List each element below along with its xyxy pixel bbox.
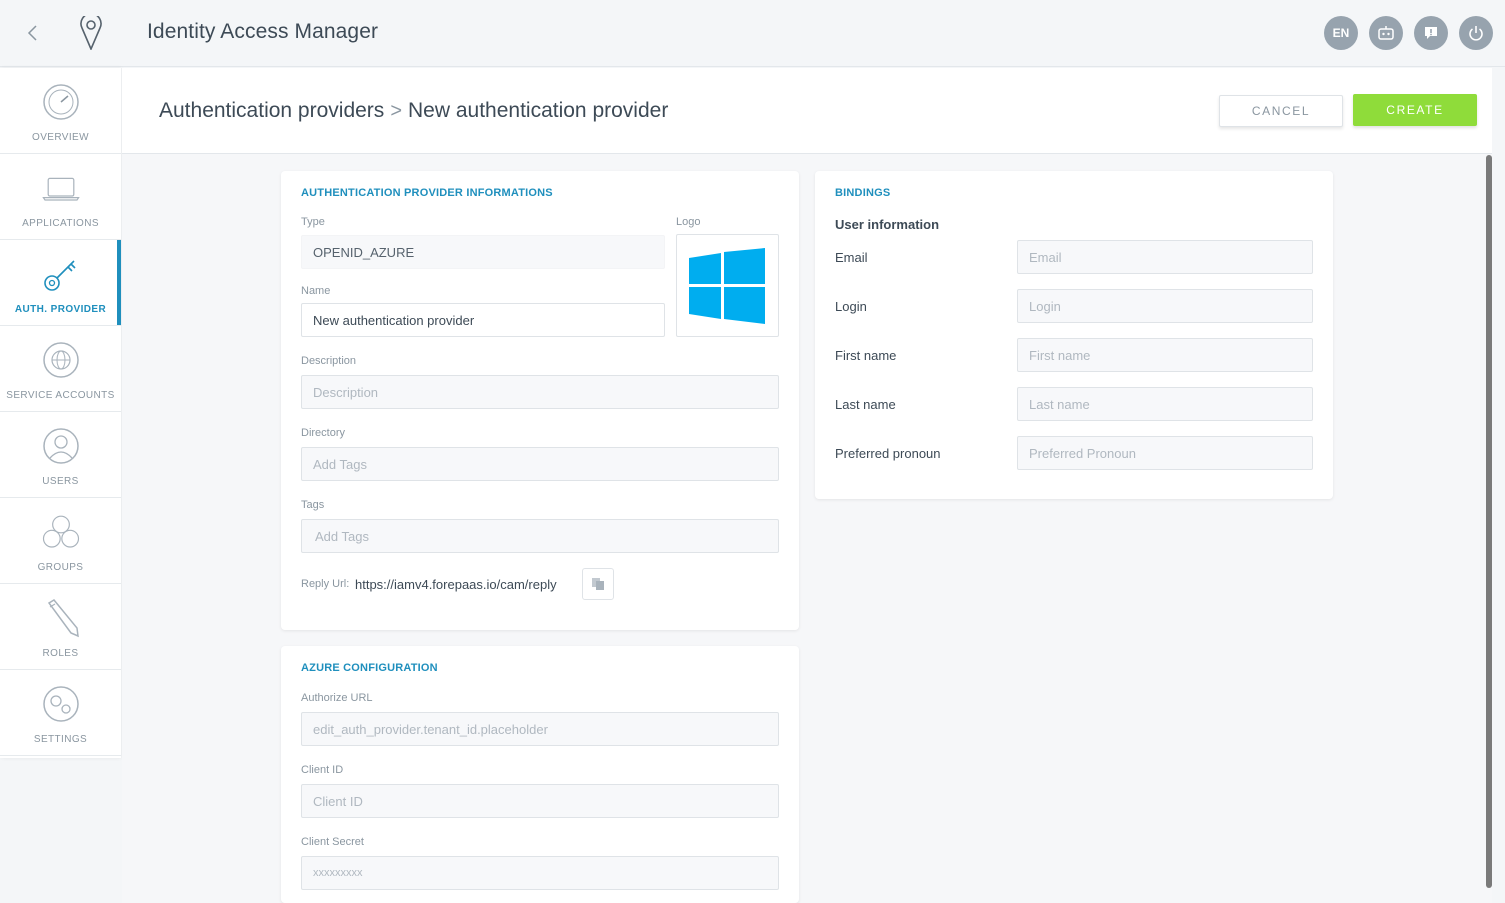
top-bar: Identity Access Manager EN [0, 0, 1505, 67]
feedback-icon[interactable] [1414, 16, 1448, 50]
service-accounts-icon [42, 342, 79, 378]
logo-upload[interactable] [676, 234, 779, 337]
tags-label: Tags [301, 499, 325, 511]
user-icon [42, 428, 79, 464]
sidebar-item-label: USERS [42, 476, 79, 487]
sidebar: OVERVIEW APPLICATIONS AUTH. PROVIDER SER… [0, 68, 121, 758]
last-name-binding-input[interactable]: Last name [1017, 387, 1313, 421]
robot-icon[interactable] [1369, 16, 1403, 50]
power-icon[interactable] [1459, 16, 1493, 50]
tags-input[interactable]: Add Tags [301, 519, 779, 553]
description-label: Description [301, 355, 357, 367]
sidebar-item-service-accounts[interactable]: SERVICE ACCOUNTS [0, 326, 121, 412]
sidebar-item-settings[interactable]: SETTINGS [0, 670, 121, 756]
sidebar-item-label: APPLICATIONS [22, 218, 99, 229]
user-information-heading: User information [835, 217, 940, 232]
page-header: Authentication providers > New authentic… [122, 68, 1492, 154]
email-binding-input[interactable]: Email [1017, 240, 1313, 274]
client-id-label: Client ID [301, 764, 344, 776]
first-name-label: First name [835, 348, 897, 363]
client-id-input[interactable]: Client ID [301, 784, 779, 818]
sidebar-item-label: OVERVIEW [32, 132, 89, 143]
group-icon [42, 515, 79, 548]
card-title: AUTHENTICATION PROVIDER INFORMATIONS [301, 187, 553, 199]
laptop-icon [41, 177, 80, 201]
card-title: BINDINGS [835, 187, 891, 199]
login-binding-input[interactable]: Login [1017, 289, 1313, 323]
preferred-pronoun-binding-input[interactable]: Preferred Pronoun [1017, 436, 1313, 470]
provider-info-card: AUTHENTICATION PROVIDER INFORMATIONS Typ… [281, 171, 799, 630]
reply-url-value: https://iamv4.forepaas.io/cam/reply [355, 577, 557, 592]
client-secret-label: Client Secret [301, 836, 364, 848]
first-name-binding-input[interactable]: First name [1017, 338, 1313, 372]
breadcrumb: Authentication providers > New authentic… [159, 99, 668, 123]
directory-label: Directory [301, 427, 346, 439]
azure-config-card: AZURE CONFIGURATION Authorize URL edit_a… [281, 646, 799, 903]
sidebar-item-users[interactable]: USERS [0, 412, 121, 498]
copy-button[interactable] [582, 568, 614, 600]
top-actions: EN [1324, 16, 1493, 50]
sidebar-item-label: AUTH. PROVIDER [14, 304, 107, 315]
sidebar-item-label: ROLES [42, 648, 79, 659]
windows-logo-icon [688, 247, 765, 324]
pencil-icon [47, 599, 79, 638]
cancel-button[interactable]: CANCEL [1219, 95, 1343, 127]
login-label: Login [835, 299, 867, 314]
logo-label: Logo [676, 216, 701, 228]
client-secret-input[interactable]: xxxxxxxxx [301, 856, 779, 890]
sidebar-item-label: SETTINGS [33, 734, 88, 745]
copy-icon [592, 578, 604, 590]
sidebar-item-roles[interactable]: ROLES [0, 584, 121, 670]
name-label: Name [301, 285, 331, 297]
sidebar-item-label: GROUPS [37, 562, 84, 573]
back-arrow-icon[interactable] [22, 22, 44, 44]
app-title: Identity Access Manager [147, 20, 379, 43]
type-field: OPENID_AZURE [301, 235, 665, 269]
gears-icon [42, 686, 79, 722]
sidebar-item-groups[interactable]: GROUPS [0, 498, 121, 584]
preferred-pronoun-label: Preferred pronoun [835, 446, 941, 461]
sidebar-item-label: SERVICE ACCOUNTS [6, 390, 115, 401]
sidebar-item-applications[interactable]: APPLICATIONS [0, 154, 121, 240]
description-input[interactable]: Description [301, 375, 779, 409]
gauge-icon [42, 84, 79, 120]
name-input[interactable]: New authentication provider [301, 303, 665, 337]
create-button[interactable]: CREATE [1353, 94, 1477, 126]
bindings-card: BINDINGS User information Email Email Lo… [815, 171, 1333, 499]
scrollbar[interactable] [1486, 155, 1492, 888]
key-icon [43, 260, 76, 291]
reply-url-label: Reply Url: [301, 578, 350, 590]
breadcrumb-current: New authentication provider [408, 99, 669, 122]
sidebar-item-overview[interactable]: OVERVIEW [0, 68, 121, 154]
card-title: AZURE CONFIGURATION [301, 662, 438, 674]
type-label: Type [301, 216, 325, 228]
app-logo-icon[interactable] [78, 12, 104, 52]
last-name-label: Last name [835, 397, 896, 412]
language-button[interactable]: EN [1324, 16, 1358, 50]
breadcrumb-separator: > [390, 99, 402, 122]
directory-tags-input[interactable]: Add Tags [301, 447, 779, 481]
authorize-url-label: Authorize URL [301, 692, 373, 704]
breadcrumb-parent[interactable]: Authentication providers [159, 99, 384, 123]
sidebar-item-auth-provider[interactable]: AUTH. PROVIDER [0, 240, 121, 326]
email-label: Email [835, 250, 868, 265]
authorize-url-input[interactable]: edit_auth_provider.tenant_id.placeholder [301, 712, 779, 746]
